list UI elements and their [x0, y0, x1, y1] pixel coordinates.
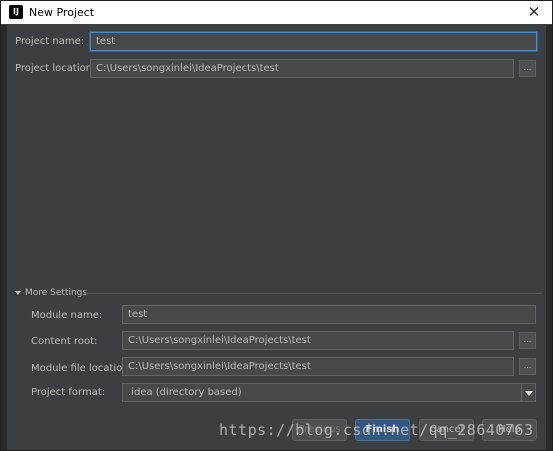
close-icon[interactable]: ✕: [526, 4, 542, 20]
more-settings-divider: [86, 293, 542, 294]
project-format-select[interactable]: .idea (directory based): [122, 383, 536, 402]
collapse-triangle-icon: [15, 290, 21, 295]
project-location-browse-button[interactable]: ...: [519, 60, 536, 77]
module-file-location-input[interactable]: C:\Users\songxinlei\IdeaProjects\test: [122, 357, 514, 376]
project-location-input[interactable]: C:\Users\songxinlei\IdeaProjects\test: [90, 59, 514, 78]
left-edge-strip: [1, 25, 7, 450]
module-name-label: Module name:: [31, 310, 103, 321]
chevron-down-icon[interactable]: [521, 384, 535, 401]
right-edge-strip: [546, 25, 552, 450]
project-format-label: Project format:: [31, 387, 106, 398]
module-name-input[interactable]: test: [122, 305, 536, 324]
project-name-input[interactable]: test: [90, 32, 537, 51]
more-settings-toggle[interactable]: More Settings: [15, 288, 87, 298]
title-bar[interactable]: IJ New Project ✕: [1, 1, 552, 24]
watermark-text: https://blog.csdn.net/qq_28640763: [219, 421, 534, 439]
module-file-location-browse-button[interactable]: ...: [519, 358, 536, 375]
intellij-app-icon: IJ: [9, 5, 23, 19]
project-location-label: Project location:: [15, 63, 96, 74]
more-settings-label: More Settings: [25, 288, 88, 298]
dialog-title: New Project: [29, 6, 95, 19]
content-root-browse-button[interactable]: ...: [519, 332, 536, 349]
new-project-dialog: IJ New Project ✕ Project name: test Proj…: [0, 0, 553, 451]
content-root-input[interactable]: C:\Users\songxinlei\IdeaProjects\test: [122, 331, 514, 350]
content-root-label: Content root:: [31, 336, 98, 347]
module-file-location-label: Module file location:: [31, 363, 132, 374]
project-name-label: Project name:: [15, 36, 85, 47]
project-format-selected-value: .idea (directory based): [128, 387, 242, 398]
